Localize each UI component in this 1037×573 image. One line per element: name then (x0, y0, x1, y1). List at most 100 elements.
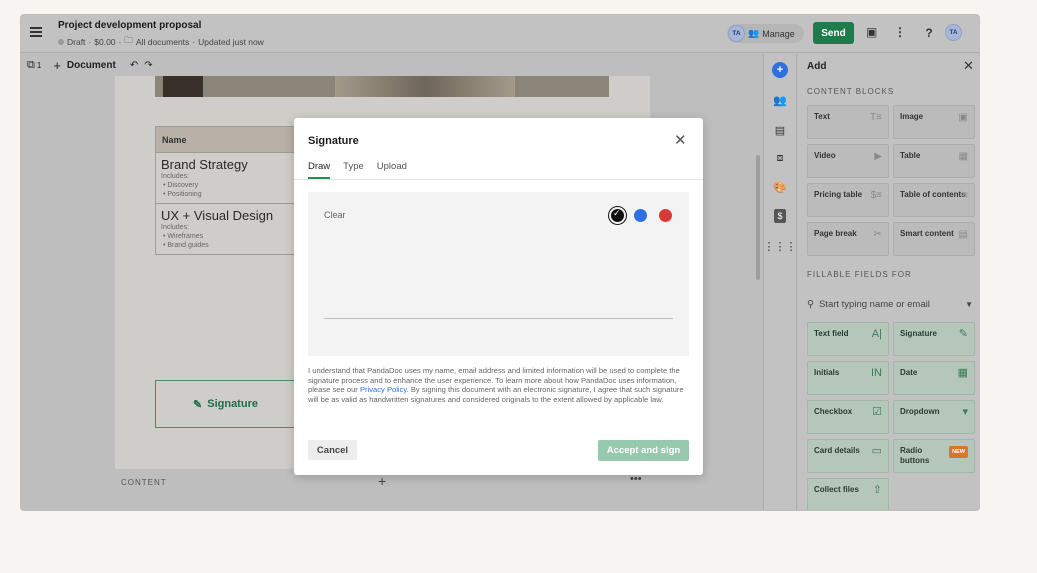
card-icon: ▭ (871, 445, 882, 457)
block-text[interactable]: Text T≡ (807, 105, 889, 139)
initials-icon: IN (871, 367, 882, 379)
pages-icon[interactable]: ⧉ (27, 59, 35, 72)
color-red-swatch[interactable] (659, 209, 672, 222)
color-black-swatch[interactable] (611, 208, 624, 222)
signature-drawing-pad[interactable]: Clear (308, 192, 689, 356)
block-table-of-contents[interactable]: Table of contents ≡ (893, 183, 975, 217)
chevron-down-icon[interactable]: ▼ (965, 300, 973, 309)
search-icon: ⚲ (807, 298, 814, 310)
recipients-icon[interactable]: 👥 (772, 92, 788, 108)
signature-baseline (324, 318, 673, 319)
document-button[interactable]: Document (67, 60, 116, 71)
apps-grid-icon[interactable]: ⋮⋮⋮ (764, 238, 797, 254)
field-checkbox[interactable]: Checkbox ☑ (807, 400, 889, 434)
add-icon[interactable]: + (53, 58, 61, 73)
document-title[interactable]: Project development proposal (58, 20, 201, 31)
tab-upload[interactable]: Upload (377, 161, 407, 179)
tab-divider (294, 179, 703, 180)
search-placeholder: Start typing name or email (818, 298, 930, 310)
checkbox-icon: ☑ (872, 406, 882, 418)
price-text: $0.00 (94, 37, 116, 47)
palette-icon[interactable]: 🎨 (772, 179, 788, 195)
upload-icon: ⇧ (872, 484, 882, 496)
pricing-table[interactable]: Name Brand Strategy Includes: • Discover… (155, 126, 297, 255)
signature-icon: ✎ (958, 328, 968, 340)
embed-icon[interactable]: ⧈ (772, 150, 788, 166)
field-initials[interactable]: Initials IN (807, 361, 889, 395)
close-icon[interactable]: ✕ (963, 58, 974, 74)
chat-icon[interactable]: ▣ (866, 25, 877, 39)
add-panel: Add ✕ CONTENT BLOCKS Text T≡ Image ▣ Video… (798, 54, 979, 510)
panel-title: Add (807, 61, 827, 72)
block-smart-content[interactable]: Smart content ▤ (893, 222, 975, 256)
menu-icon[interactable] (30, 27, 42, 37)
legal-disclaimer: I understand that PandaDoc uses my name,… (308, 366, 684, 404)
cancel-button[interactable]: Cancel (308, 440, 357, 460)
pricing-table-icon: $≡ (870, 190, 882, 201)
avatar: TA (728, 25, 745, 42)
content-blocks-label: CONTENT BLOCKS (807, 87, 895, 96)
sidebar-rail: + 👥 ▤ ⧈ 🎨 $ ⋮⋮⋮ (763, 54, 797, 510)
top-bar: Project development proposal Draft · $0.… (21, 15, 979, 53)
video-icon: ▶ (874, 151, 882, 162)
block-image[interactable]: Image ▣ (893, 105, 975, 139)
color-blue-swatch[interactable] (634, 209, 647, 222)
blocks-icon[interactable]: ▤ (772, 122, 788, 138)
close-icon[interactable]: ✕ (674, 131, 687, 149)
pricing-icon[interactable]: $ (774, 209, 786, 223)
send-button[interactable]: Send (813, 22, 854, 44)
field-card-details[interactable]: Card details ▭ (807, 439, 889, 473)
tab-type[interactable]: Type (343, 161, 364, 179)
manage-button[interactable]: TA 👥 Manage (727, 24, 804, 43)
scissors-icon: ✂ (873, 229, 882, 240)
content-section-label: CONTENT (121, 478, 167, 487)
field-dropdown[interactable]: Dropdown ▾ (893, 400, 975, 434)
text-block-icon: T≡ (870, 112, 882, 123)
block-video[interactable]: Video ▶ (807, 144, 889, 178)
signature-field[interactable]: ✎ Signature (155, 380, 296, 428)
clear-button[interactable]: Clear (324, 210, 346, 220)
editor-toolbar: ⧉ 1 + Document ↶ ↷ (21, 54, 761, 76)
document-meta: Draft · $0.00 · 🗀 All documents · Update… (58, 35, 264, 49)
header-image (155, 76, 609, 97)
status-text: Draft (67, 37, 86, 47)
folder-icon: 🗀 (124, 35, 133, 45)
modal-title: Signature (308, 135, 359, 147)
block-table[interactable]: Table ▦ (893, 144, 975, 178)
accept-and-sign-button[interactable]: Accept and sign (598, 440, 689, 461)
field-radio-buttons[interactable]: Radio buttons NEW (893, 439, 975, 473)
add-circle-icon[interactable]: + (772, 62, 788, 78)
signature-modal: Signature ✕ Draw Type Upload Clear I und… (294, 118, 703, 475)
help-button[interactable]: ? (919, 23, 939, 43)
dropdown-icon: ▾ (962, 406, 968, 418)
block-pricing-table[interactable]: Pricing table $≡ (807, 183, 889, 217)
recipient-search[interactable]: ⚲ Start typing name or email ▼ (807, 295, 973, 313)
add-content-icon[interactable]: + (378, 473, 386, 489)
field-date[interactable]: Date ▦ (893, 361, 975, 395)
folder-link[interactable]: All documents (136, 37, 189, 47)
user-avatar[interactable]: TA (945, 24, 962, 41)
smart-content-icon: ▤ (958, 229, 968, 240)
block-page-break[interactable]: Page break ✂ (807, 222, 889, 256)
table-icon: ▦ (958, 151, 968, 162)
field-collect-files[interactable]: Collect files ⇧ (807, 478, 889, 510)
scrollbar[interactable] (756, 155, 760, 280)
fillable-fields-label: FILLABLE FIELDS FOR (807, 270, 912, 279)
table-row: Brand Strategy Includes: • Discovery • P… (156, 152, 297, 203)
field-text[interactable]: Text field A| (807, 322, 889, 356)
manage-label: Manage (762, 28, 795, 39)
undo-icon[interactable]: ↶ (130, 60, 138, 71)
pen-icon: ✎ (193, 398, 203, 411)
text-field-icon: A| (871, 328, 882, 340)
row-title: UX + Visual Design (161, 208, 274, 223)
pages-count: 1 (36, 60, 42, 70)
status-dot-icon (58, 39, 64, 45)
tab-draw[interactable]: Draw (308, 161, 331, 179)
redo-icon[interactable]: ↷ (144, 60, 152, 71)
toc-icon: ≡ (962, 190, 968, 201)
privacy-policy-link[interactable]: Privacy Policy (360, 385, 407, 394)
row-title: Brand Strategy (161, 157, 248, 172)
image-icon: ▣ (958, 112, 968, 123)
more-vertical-icon[interactable]: ⋮ (894, 25, 906, 39)
field-signature[interactable]: Signature ✎ (893, 322, 975, 356)
